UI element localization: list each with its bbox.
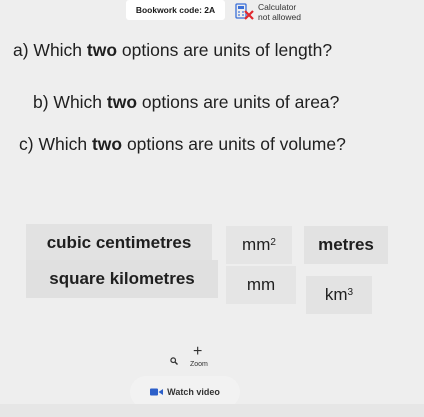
question-c: c) Which two options are units of volume… <box>19 134 346 155</box>
bottom-bar <box>0 404 424 417</box>
magnifier-icon <box>170 357 178 365</box>
zoom-label: Zoom <box>190 361 208 368</box>
option-cubic-centimetres-label: cubic centimetres <box>46 233 192 252</box>
bookwork-code-text: Bookwork code: 2A <box>135 5 216 15</box>
bookwork-page: Bookwork code: 2A Calculator not allowed… <box>0 0 424 417</box>
bookwork-code-badge: Bookwork code: 2A <box>126 0 225 20</box>
option-km-cubed-exponent: 3 <box>347 286 354 298</box>
question-b-bold: two <box>106 92 138 112</box>
calculator-crossed-icon <box>235 3 254 20</box>
option-mm-squared-base: mm <box>242 235 271 254</box>
question-b-suffix: options are units of area? <box>137 92 340 112</box>
option-mm-squared[interactable]: mm 2 <box>226 226 292 264</box>
zoom-plus-icon: + <box>193 343 203 360</box>
question-a: a) Which two options are units of length… <box>13 40 332 61</box>
question-c-suffix: options are units of volume? <box>122 134 346 154</box>
watch-video-label: Watch video <box>167 387 220 397</box>
question-a-prefix: a) Which <box>13 40 87 60</box>
video-camera-icon <box>150 388 164 396</box>
option-mm-label: mm <box>246 275 276 294</box>
calculator-notice-line2: not allowed <box>258 12 302 22</box>
option-square-kilometres-label: square kilometres <box>49 269 195 288</box>
question-b-prefix: b) Which <box>33 92 107 112</box>
option-km-cubed[interactable]: km 3 <box>306 276 372 314</box>
option-cubic-centimetres[interactable]: cubic centimetres <box>26 224 212 262</box>
option-metres-label: metres <box>318 235 374 254</box>
question-c-prefix: c) Which <box>19 134 92 154</box>
option-km-cubed-base: km <box>324 285 348 304</box>
zoom-control[interactable]: + Zoom <box>170 343 220 373</box>
question-b: b) Which two options are units of area? <box>33 92 339 113</box>
question-a-suffix: options are units of length? <box>117 40 333 60</box>
question-c-bold: two <box>91 134 123 154</box>
option-square-kilometres[interactable]: square kilometres <box>26 260 218 298</box>
calculator-notice: Calculator not allowed <box>258 2 301 22</box>
calculator-notice-line1: Calculator <box>258 2 297 12</box>
question-a-bold: two <box>86 40 118 60</box>
option-mm[interactable]: mm <box>226 266 296 304</box>
option-metres[interactable]: metres <box>304 226 388 264</box>
option-mm-squared-exponent: 2 <box>270 236 276 248</box>
